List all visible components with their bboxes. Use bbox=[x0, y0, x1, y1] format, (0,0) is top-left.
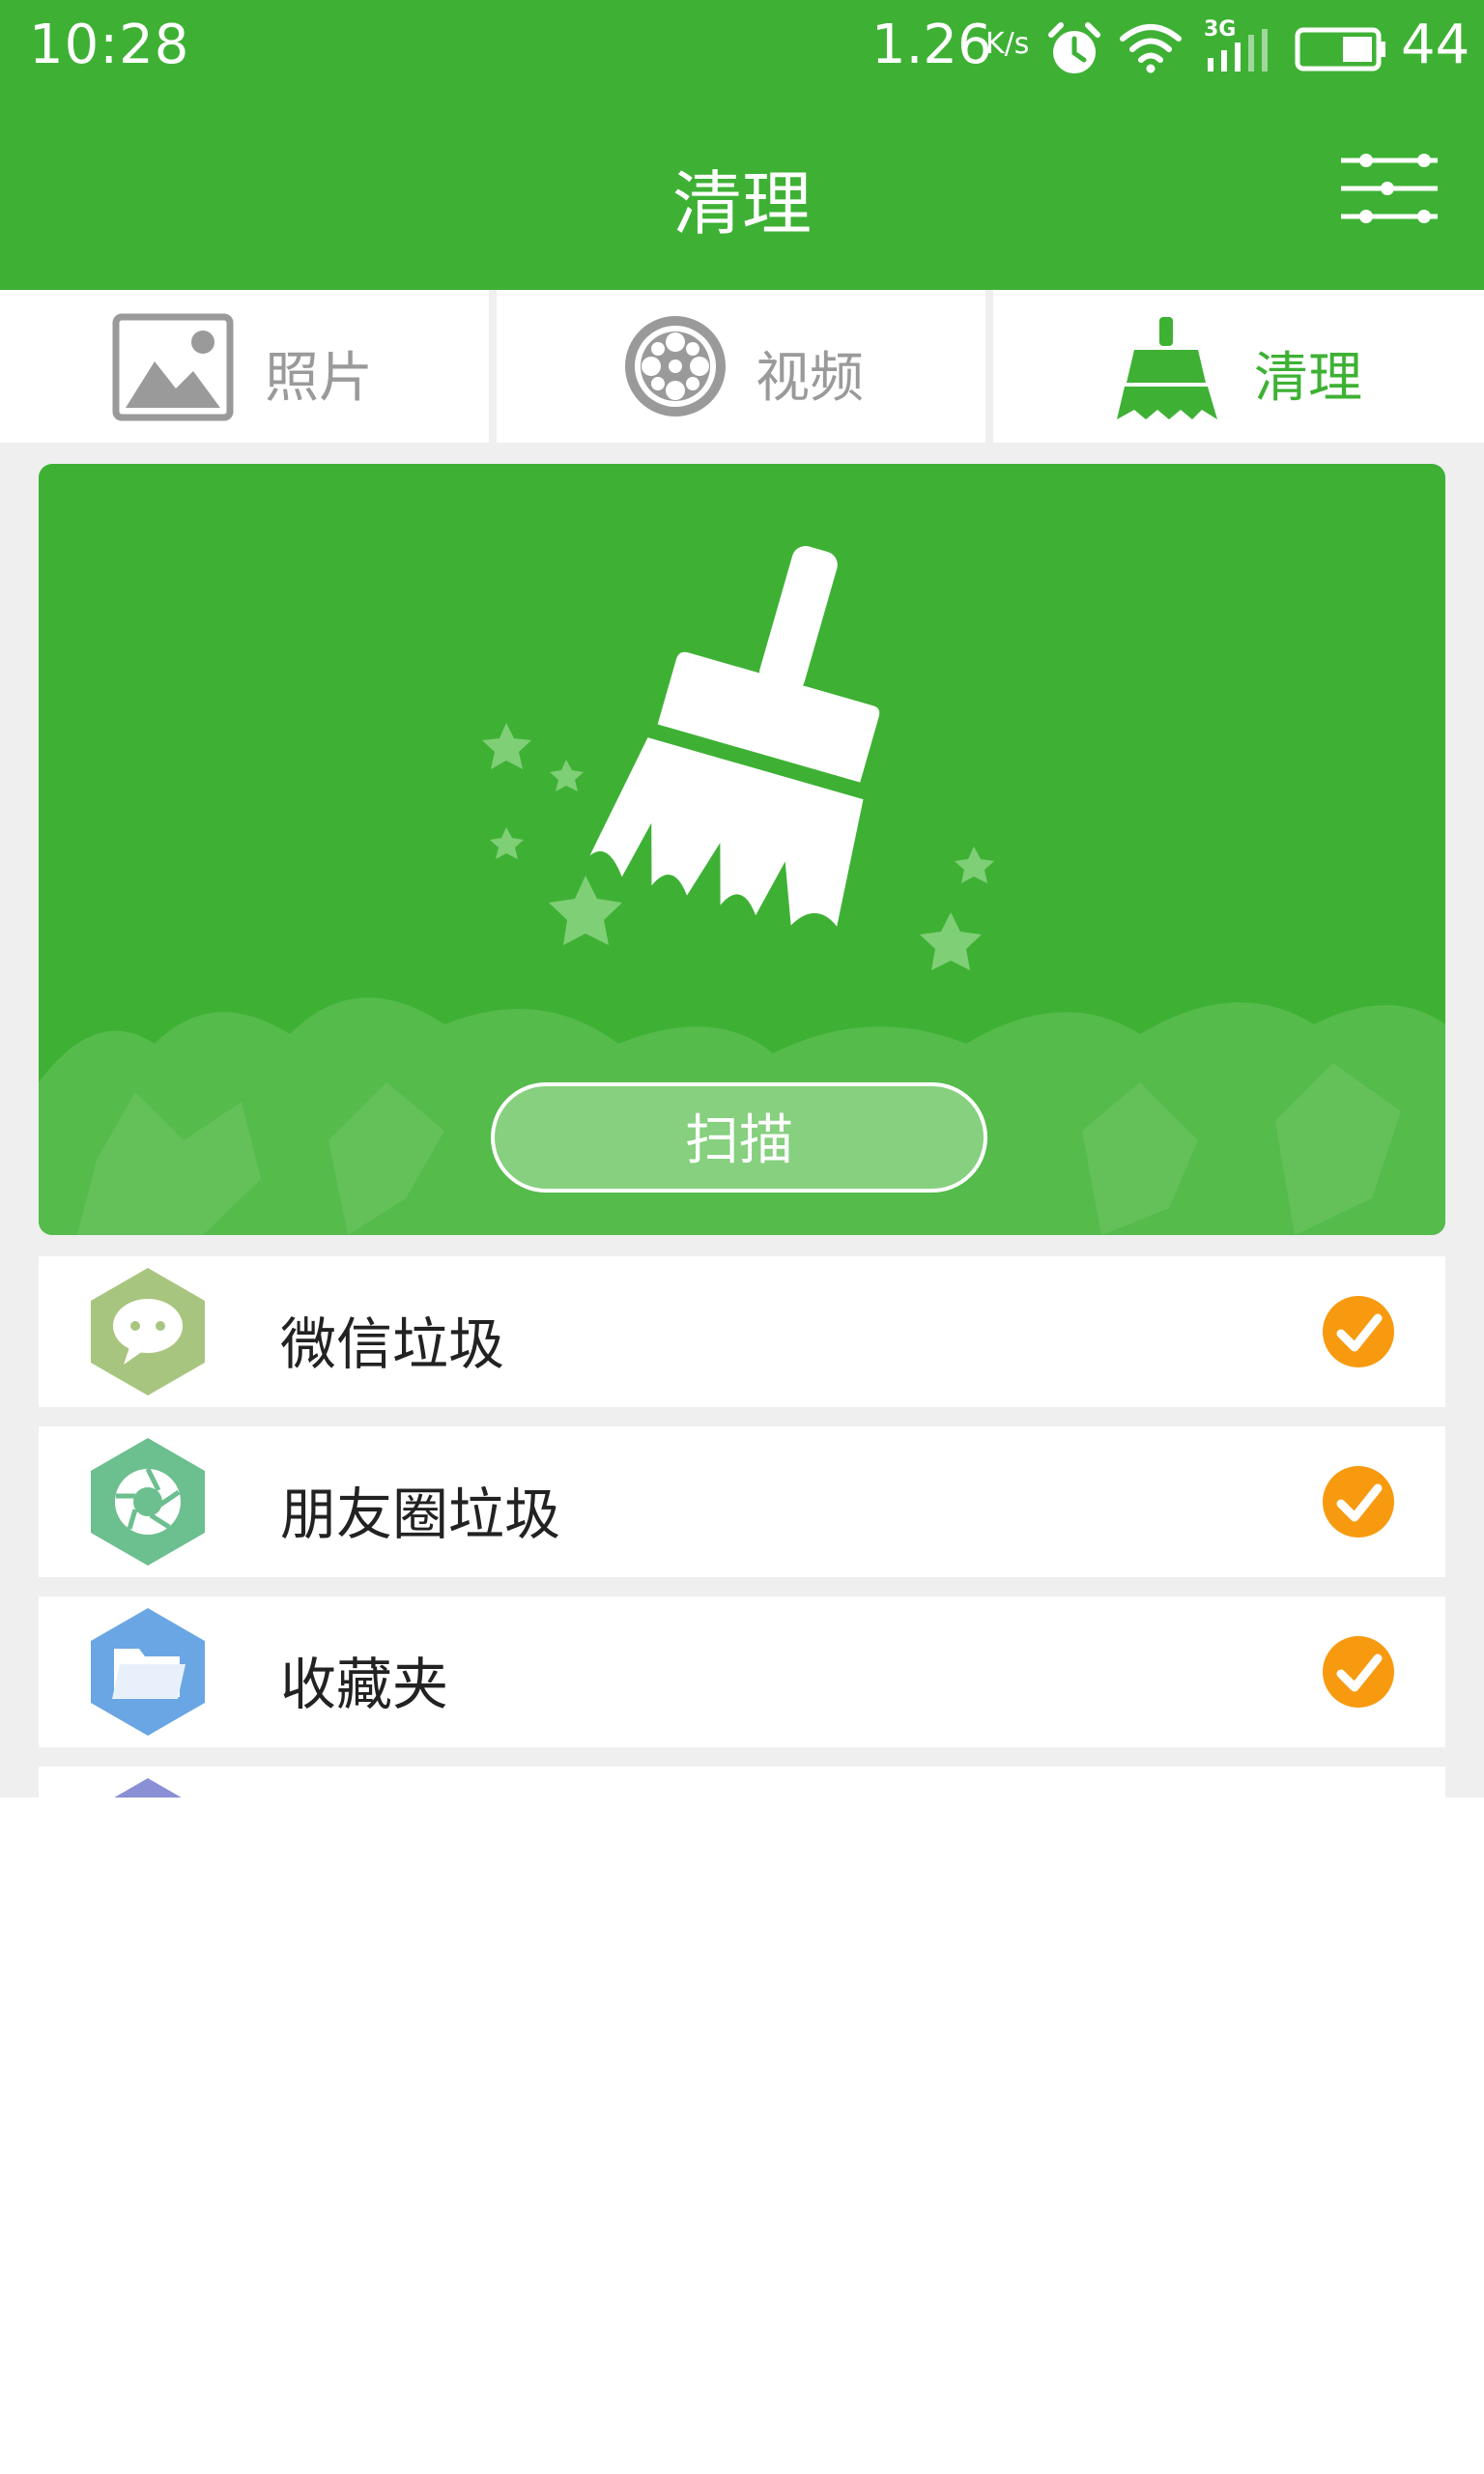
tab-label: 视频 bbox=[756, 347, 864, 410]
tab-videos[interactable]: 视频 bbox=[497, 290, 985, 443]
aperture-icon bbox=[91, 1438, 205, 1566]
photo-icon bbox=[112, 313, 234, 421]
tab-label: 清理 bbox=[1254, 347, 1362, 410]
top-bar: 10:28 1.26 K/s 3G 44 清理 bbox=[0, 0, 1484, 290]
page-title: 清理 bbox=[671, 163, 812, 245]
tab-photos[interactable]: 照片 bbox=[0, 290, 489, 443]
broom-icon bbox=[589, 546, 880, 927]
broom-icon bbox=[1117, 317, 1217, 419]
status-time: 10:28 bbox=[29, 14, 190, 76]
tab-bar: 照片 视频 清理 bbox=[0, 290, 1484, 443]
list-item-label: 收藏夹 bbox=[280, 1652, 449, 1717]
wifi-icon bbox=[1120, 24, 1182, 73]
network-speed: 1.26 bbox=[871, 14, 992, 76]
list-item-wechat-junk[interactable]: 微信垃圾 bbox=[39, 1256, 1445, 1407]
list-item-label: 朋友圈垃圾 bbox=[280, 1482, 561, 1547]
film-reel-icon bbox=[625, 316, 726, 417]
settings-button[interactable] bbox=[1331, 145, 1447, 232]
list-item-partial[interactable] bbox=[39, 1767, 1445, 1798]
app-frame: 10:28 1.26 K/s 3G 44 清理 照片 视频 清理 扫描 微信垃圾… bbox=[0, 0, 1484, 1798]
list-item-moments-junk[interactable]: 朋友圈垃圾 bbox=[39, 1426, 1445, 1577]
scan-button[interactable]: 扫描 bbox=[491, 1082, 987, 1193]
checkmark-icon[interactable] bbox=[1320, 1633, 1397, 1711]
network-speed-unit: K/s bbox=[985, 27, 1030, 61]
tab-clean[interactable]: 清理 bbox=[993, 290, 1484, 443]
battery-icon bbox=[1295, 27, 1385, 72]
signal-icon bbox=[1208, 29, 1268, 72]
list-item-label: 微信垃圾 bbox=[280, 1311, 505, 1377]
checkmark-icon[interactable] bbox=[1320, 1293, 1397, 1370]
folder-icon bbox=[91, 1608, 205, 1736]
list-item-favorites[interactable]: 收藏夹 bbox=[39, 1597, 1445, 1747]
scan-card: 扫描 bbox=[39, 464, 1445, 1235]
checkmark-icon[interactable] bbox=[1320, 1463, 1397, 1540]
sliders-icon bbox=[1341, 154, 1438, 223]
chat-bubble-icon bbox=[91, 1268, 205, 1395]
tab-label: 照片 bbox=[265, 347, 373, 410]
alarm-icon bbox=[1048, 22, 1100, 73]
hexagon-icon bbox=[114, 1778, 182, 1798]
battery-level: 44 bbox=[1401, 14, 1470, 76]
